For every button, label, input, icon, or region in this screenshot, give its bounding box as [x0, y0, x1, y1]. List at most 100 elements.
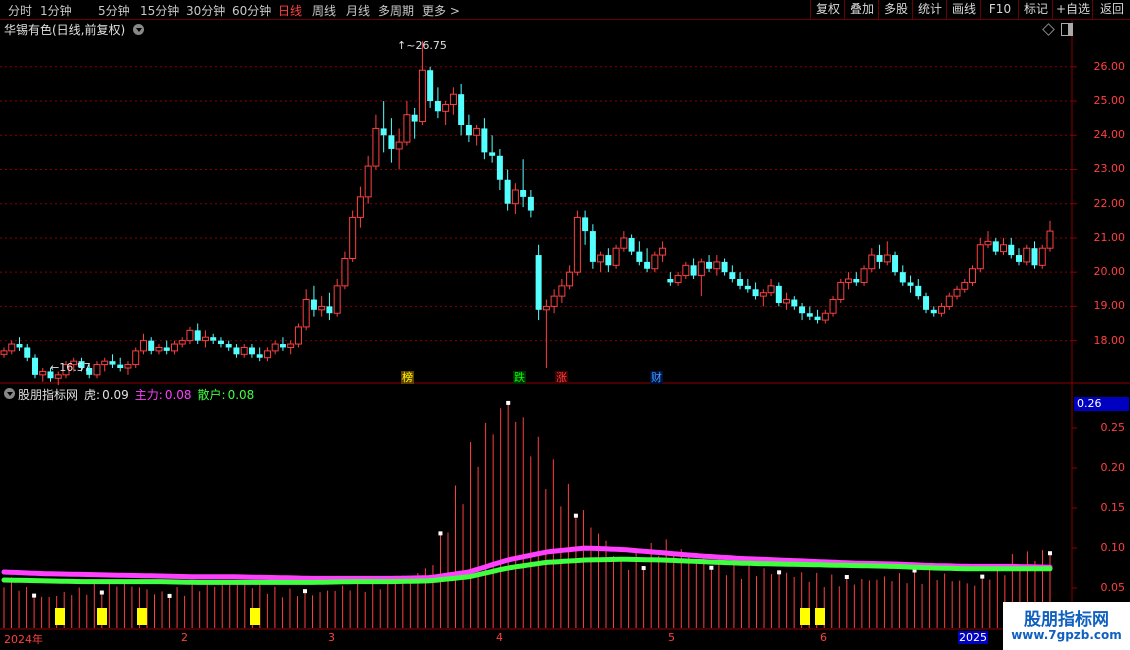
tiger-peak-dot [32, 593, 37, 598]
candle-body [969, 268, 977, 283]
candle-body [427, 70, 434, 102]
price-tick-label: 20.00 [1093, 265, 1126, 279]
indicator-tick-label: 0.25 [1100, 421, 1126, 434]
signal-marker [97, 608, 107, 625]
chart-canvas[interactable] [0, 0, 1130, 650]
candle-body [976, 244, 984, 270]
candle-body [620, 237, 628, 249]
time-label-year: 2024年 [4, 633, 43, 646]
candle-body [883, 254, 891, 263]
candle-body [388, 135, 395, 149]
candle-body [961, 281, 969, 290]
candle-body [194, 330, 201, 341]
candle-body [799, 306, 806, 314]
tiger-peak-dot [777, 570, 782, 575]
time-label-mar: 3 [328, 631, 335, 644]
candle-body [845, 278, 853, 283]
candle-body [682, 264, 690, 277]
tiger-peak-dot [573, 513, 578, 518]
tag-rise[interactable]: 涨 [555, 371, 568, 384]
tiger-peak-dot [709, 565, 714, 570]
candle-body [356, 196, 364, 218]
candle-body [170, 343, 178, 352]
candle-body [411, 114, 418, 122]
candle-body [233, 347, 240, 355]
candle-body [829, 299, 837, 314]
watermark-title: 股朋指标网 [1024, 610, 1109, 630]
candle-body [945, 295, 953, 307]
candle-body [806, 313, 813, 317]
tag-ranking[interactable]: 榜 [401, 371, 414, 384]
candle-body [558, 285, 566, 297]
high-price-annotation: ↑~26.75 [397, 39, 447, 52]
tiger-peak-dot [506, 400, 511, 405]
candle-body [520, 190, 527, 197]
retail-value: 0.08 [227, 388, 255, 402]
tag-finance[interactable]: 财 [650, 371, 663, 384]
candle-body [1046, 230, 1054, 249]
candle-body [923, 296, 930, 310]
candle-body [511, 189, 519, 205]
candle-body [636, 251, 643, 262]
candle-body [496, 155, 503, 180]
candle-body [589, 231, 596, 262]
signal-marker [55, 608, 65, 625]
candle-body [953, 288, 961, 297]
tag-drop[interactable]: 跌 [513, 371, 526, 384]
candle-body [93, 364, 101, 376]
candle-body [899, 272, 906, 283]
candle-body [333, 285, 341, 314]
candle-body [1008, 244, 1015, 256]
tiger-peak-dot [844, 575, 849, 580]
candle-body [139, 340, 147, 352]
candle-body [659, 247, 667, 256]
indicator-name[interactable]: 股朋指标网 [18, 388, 78, 402]
indicator-menu-icon[interactable] [4, 388, 15, 399]
indicator-tick-label: 0.20 [1100, 461, 1126, 474]
candle-body [667, 279, 674, 283]
candle-body [907, 282, 914, 286]
candle-body [783, 299, 791, 304]
candle-body [294, 326, 302, 345]
candle-body [868, 254, 876, 270]
candle-body [326, 306, 333, 314]
panel-toggle-icon[interactable] [1061, 23, 1073, 36]
time-label-feb: 2 [181, 631, 188, 644]
price-tick-label: 21.00 [1093, 230, 1126, 244]
candle-body [302, 299, 310, 328]
signal-marker [137, 608, 147, 625]
candle-body [876, 255, 883, 262]
candle-body [458, 94, 465, 125]
tiger-peak-dot [438, 531, 443, 536]
candle-body [481, 128, 488, 153]
candle-body [690, 265, 697, 276]
tiger-peak-dot [641, 566, 646, 571]
candle-body [582, 217, 589, 232]
candle-body [1023, 247, 1031, 263]
candle-body [210, 337, 217, 341]
candle-body [1016, 255, 1023, 262]
candle-body [403, 114, 411, 143]
signal-marker [815, 608, 825, 625]
candle-body [1000, 244, 1008, 253]
high-price-value: 26.75 [415, 39, 447, 52]
candle-body [837, 281, 845, 301]
chevron-down-icon[interactable] [133, 24, 145, 35]
candle-body [109, 361, 116, 365]
candle-body [992, 241, 999, 252]
candle-body [737, 279, 744, 286]
indicator-tick-label: 0.10 [1100, 541, 1126, 554]
candle-body [372, 127, 380, 167]
candle-body [775, 285, 782, 303]
candle-body [163, 347, 170, 351]
tiger-peak-dot [1048, 551, 1052, 556]
candle-body [16, 344, 23, 348]
indicator-legend: 股朋指标网 虎: 0.09 主力: 0.08 散户: 0.08 [18, 386, 260, 403]
candle-body [597, 254, 605, 263]
candle-body [1038, 247, 1046, 266]
time-label-apr: 4 [496, 631, 503, 644]
signal-marker [250, 608, 260, 625]
candle-body [148, 340, 155, 351]
candle-body [271, 343, 279, 352]
candle-body [489, 152, 496, 156]
